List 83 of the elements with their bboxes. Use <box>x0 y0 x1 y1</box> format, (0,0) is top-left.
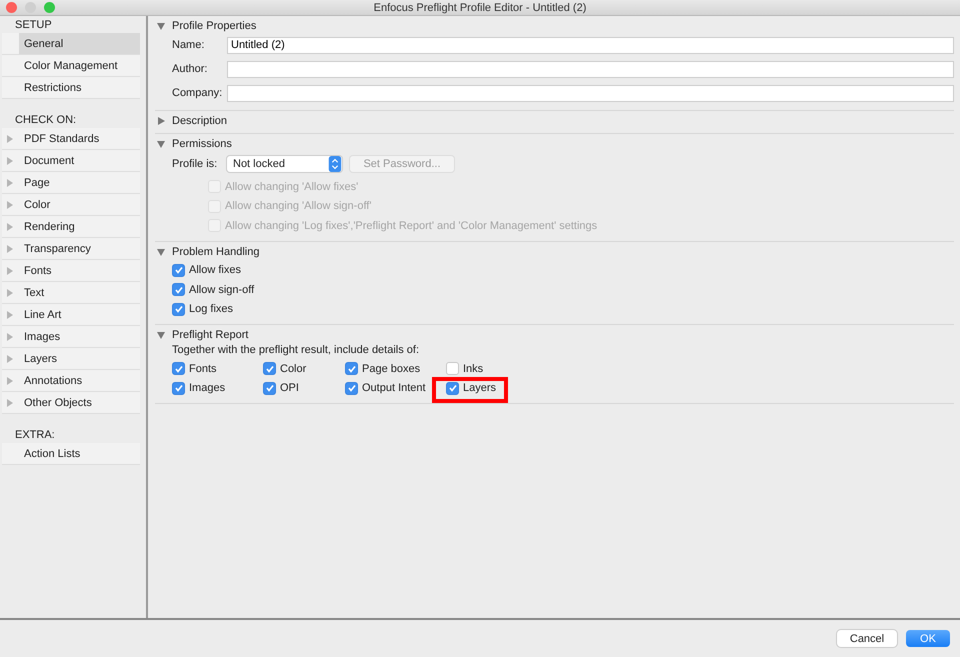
disclosure-triangle-icon[interactable] <box>157 248 165 256</box>
dropdown[interactable]: Not locked <box>227 156 342 172</box>
checkbox[interactable] <box>172 264 185 277</box>
checkbox-label: Allow sign-off <box>189 284 254 296</box>
input-field[interactable] <box>227 84 954 102</box>
disclosure-triangle-icon[interactable] <box>7 310 13 318</box>
sidebar-item[interactable]: Color <box>2 194 140 216</box>
disclosure-triangle-icon[interactable] <box>7 156 13 164</box>
checkbox[interactable] <box>172 382 185 395</box>
field-label: Author: <box>172 63 208 75</box>
checkbox[interactable] <box>446 382 459 395</box>
sidebar-item[interactable]: Transparency <box>2 238 140 260</box>
disclosure-triangle-icon[interactable] <box>7 134 13 142</box>
checkbox[interactable] <box>263 362 276 376</box>
sidebar-item[interactable]: Restrictions <box>2 77 140 99</box>
section-title: Profile Properties <box>172 20 256 32</box>
input-field[interactable] <box>227 60 954 78</box>
checkbox[interactable] <box>172 283 185 296</box>
sidebar-heading: EXTRA: <box>14 428 56 443</box>
checkbox[interactable] <box>263 382 276 395</box>
field-label: Company: <box>172 87 224 99</box>
sidebar-heading: SETUP <box>14 18 53 33</box>
checkbox-label: Fonts <box>189 362 217 375</box>
sidebar-item[interactable]: Rendering <box>2 216 140 238</box>
sidebar-item[interactable]: Layers <box>2 348 140 370</box>
disclosure-triangle-icon[interactable] <box>7 200 13 208</box>
sidebar-item[interactable]: Text <box>2 282 140 304</box>
sidebar-item[interactable]: Line Art <box>2 304 140 326</box>
checkbox[interactable] <box>446 362 459 376</box>
section-title: Permissions <box>172 138 232 150</box>
checkbox-label: Inks <box>463 362 484 375</box>
disclosure-triangle-icon[interactable] <box>7 376 13 384</box>
field-label: Name: <box>172 39 206 51</box>
disclosure-triangle-icon[interactable] <box>7 288 13 296</box>
checkbox-label: OPI <box>280 382 299 394</box>
input-field[interactable]: Untitled (2) <box>227 36 954 54</box>
disclosure-triangle-icon[interactable] <box>157 140 165 148</box>
disclosure-triangle-icon[interactable] <box>7 178 13 186</box>
sidebar-item[interactable]: Action Lists <box>2 443 140 465</box>
cancel-button[interactable]: Cancel <box>837 630 897 647</box>
sidebar-item[interactable]: Fonts <box>2 260 140 282</box>
checkbox[interactable] <box>172 362 185 376</box>
checkbox-label: Color <box>280 362 306 375</box>
zoom-icon[interactable] <box>44 2 55 13</box>
disclosure-triangle-icon[interactable] <box>7 398 13 406</box>
checkbox[interactable] <box>345 382 358 395</box>
sidebar-item[interactable]: Document <box>2 150 140 172</box>
checkbox[interactable] <box>172 302 185 316</box>
sidebar-item[interactable]: Annotations <box>2 370 140 392</box>
window-title: Enfocus Preflight Profile Editor - Untitled (2) <box>374 2 586 14</box>
checkbox-label: Allow fixes <box>189 264 241 276</box>
checkbox-label: Images <box>189 382 226 394</box>
description-text: Together with the preflight result, include details of: <box>172 344 420 358</box>
sidebar-item[interactable]: Other Objects <box>2 392 140 414</box>
section-title: Description <box>172 115 228 127</box>
sidebar-item[interactable]: Images <box>2 326 140 348</box>
disclosure-triangle-icon[interactable] <box>157 22 165 30</box>
checkbox-label: Allow changing 'Allow sign-off' <box>225 200 372 212</box>
stepper-icon <box>328 156 342 172</box>
checkbox-label: Output Intent <box>362 382 426 394</box>
close-icon[interactable] <box>6 2 17 13</box>
sidebar-item[interactable]: PDF Standards <box>2 128 140 150</box>
checkbox-label: Allow changing 'Allow fixes' <box>225 180 358 193</box>
disclosure-triangle-icon[interactable] <box>7 266 13 274</box>
disclosure-triangle-icon[interactable] <box>7 222 13 230</box>
disclosure-triangle-icon[interactable] <box>7 332 13 340</box>
disclosure-triangle-icon[interactable] <box>7 244 13 252</box>
section-title: Preflight Report <box>172 329 248 341</box>
checkbox-label: Log fixes <box>189 303 234 316</box>
section-title: Problem Handling <box>172 246 260 258</box>
minimize-icon[interactable] <box>25 2 36 13</box>
checkbox[interactable] <box>345 362 358 376</box>
sidebar-heading: CHECK ON: <box>14 113 78 128</box>
field-label: Profile is: <box>172 158 218 170</box>
checkbox-label: Allow changing 'Log fixes','Preflight Report' and 'Color Management' settings <box>225 220 598 232</box>
disclosure-triangle-icon[interactable] <box>157 117 165 125</box>
sidebar-item[interactable]: General <box>2 33 140 55</box>
sidebar-item[interactable]: Page <box>2 172 140 194</box>
checkbox-label: Layers <box>463 382 496 394</box>
disclosure-triangle-icon[interactable] <box>157 331 165 339</box>
checkbox-label: Page boxes <box>362 362 420 375</box>
sidebar-item[interactable]: Color Management <box>2 55 140 77</box>
disclosure-triangle-icon[interactable] <box>7 354 13 362</box>
